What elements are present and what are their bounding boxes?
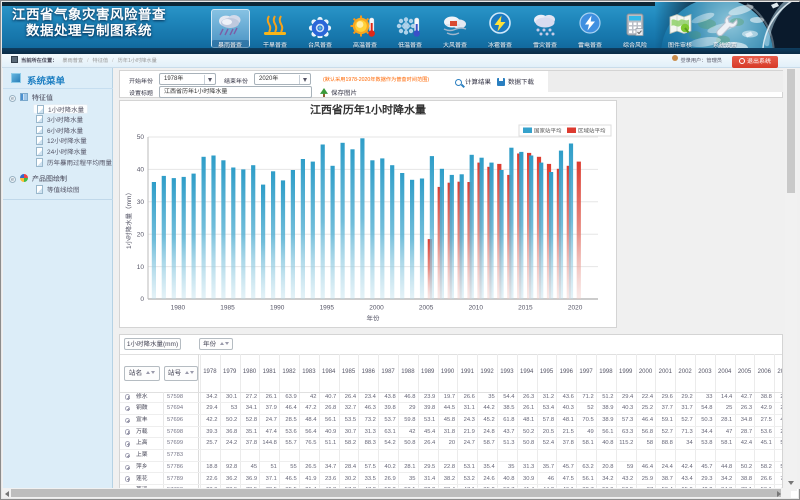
svg-text:江西省历年1小时降水量: 江西省历年1小时降水量: [310, 104, 426, 117]
svg-text:2015: 2015: [518, 305, 533, 312]
svg-text:国家站平均: 国家站平均: [534, 128, 562, 135]
svg-text:1985: 1985: [220, 305, 235, 312]
svg-text:0: 0: [140, 296, 144, 303]
svg-text:区域站平均: 区域站平均: [578, 128, 606, 135]
svg-text:1小时降水量（mm）: 1小时降水量（mm）: [125, 189, 133, 249]
svg-text:30: 30: [137, 199, 145, 206]
svg-text:50: 50: [137, 134, 145, 141]
svg-text:1990: 1990: [270, 305, 285, 312]
svg-text:40: 40: [137, 167, 145, 174]
svg-text:2005: 2005: [419, 305, 434, 312]
svg-text:20: 20: [137, 231, 145, 238]
svg-text:10: 10: [137, 264, 145, 271]
svg-text:2020: 2020: [568, 305, 583, 312]
svg-text:2010: 2010: [469, 305, 484, 312]
svg-text:1980: 1980: [171, 305, 186, 312]
svg-text:年份: 年份: [367, 315, 381, 323]
svg-text:2000: 2000: [369, 305, 384, 312]
svg-text:1995: 1995: [320, 305, 335, 312]
